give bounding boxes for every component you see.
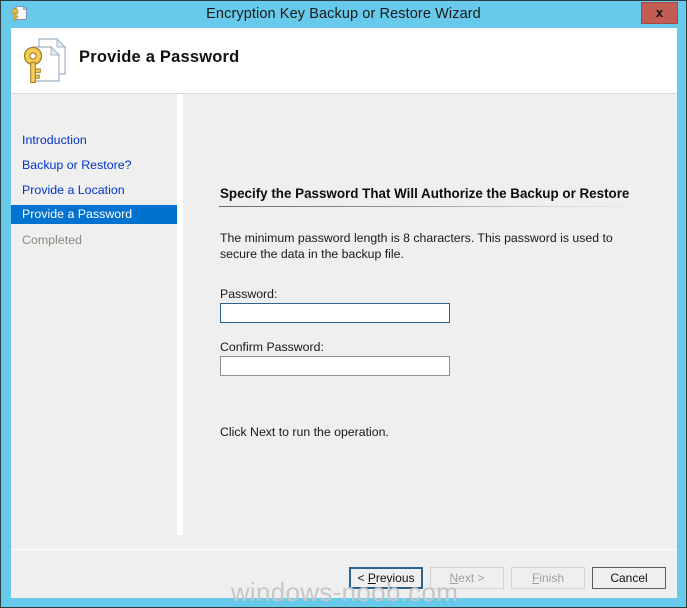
title-bar: Encryption Key Backup or Restore Wizard …: [1, 1, 686, 28]
cancel-button-label: Cancel: [610, 571, 648, 585]
confirm-password-input[interactable]: [220, 356, 450, 376]
content-pane: Specify the Password That Will Authorize…: [183, 94, 677, 535]
sidebar-item-introduction[interactable]: Introduction: [11, 131, 177, 150]
previous-button-label: < Previous: [357, 571, 415, 585]
finish-button: Finish: [511, 567, 585, 589]
password-label: Password:: [220, 287, 278, 301]
wizard-banner: Provide a Password: [11, 28, 677, 94]
previous-button[interactable]: < Previous: [349, 567, 423, 589]
heading-divider: [219, 206, 644, 207]
cancel-button[interactable]: Cancel: [592, 567, 666, 589]
next-step-hint: Click Next to run the operation.: [220, 425, 389, 439]
close-icon[interactable]: x: [641, 2, 678, 24]
next-button: Next >: [430, 567, 504, 589]
sidebar-item-provide-a-location[interactable]: Provide a Location: [11, 181, 177, 200]
page-title: Provide a Password: [79, 48, 240, 66]
sidebar-item-backup-or-restore[interactable]: Backup or Restore?: [11, 156, 177, 175]
section-description: The minimum password length is 8 charact…: [220, 231, 613, 261]
client-area: Provide a Password Introduction Backup o…: [11, 28, 677, 598]
section-heading: Specify the Password That Will Authorize…: [220, 186, 630, 201]
wizard-footer: < Previous Next > Finish Cancel: [11, 550, 677, 598]
wizard-window: Encryption Key Backup or Restore Wizard …: [0, 0, 687, 608]
finish-button-label: Finish: [531, 571, 565, 585]
wizard-steps-sidebar: Introduction Backup or Restore? Provide …: [11, 95, 177, 535]
password-input[interactable]: [220, 303, 450, 323]
sidebar-item-provide-a-password[interactable]: Provide a Password: [11, 205, 177, 224]
next-button-label: Next >: [449, 571, 485, 585]
sidebar-item-completed: Completed: [22, 233, 82, 247]
key-document-icon: [19, 36, 71, 86]
confirm-password-label: Confirm Password:: [220, 340, 324, 354]
window-title: Encryption Key Backup or Restore Wizard: [206, 6, 481, 22]
